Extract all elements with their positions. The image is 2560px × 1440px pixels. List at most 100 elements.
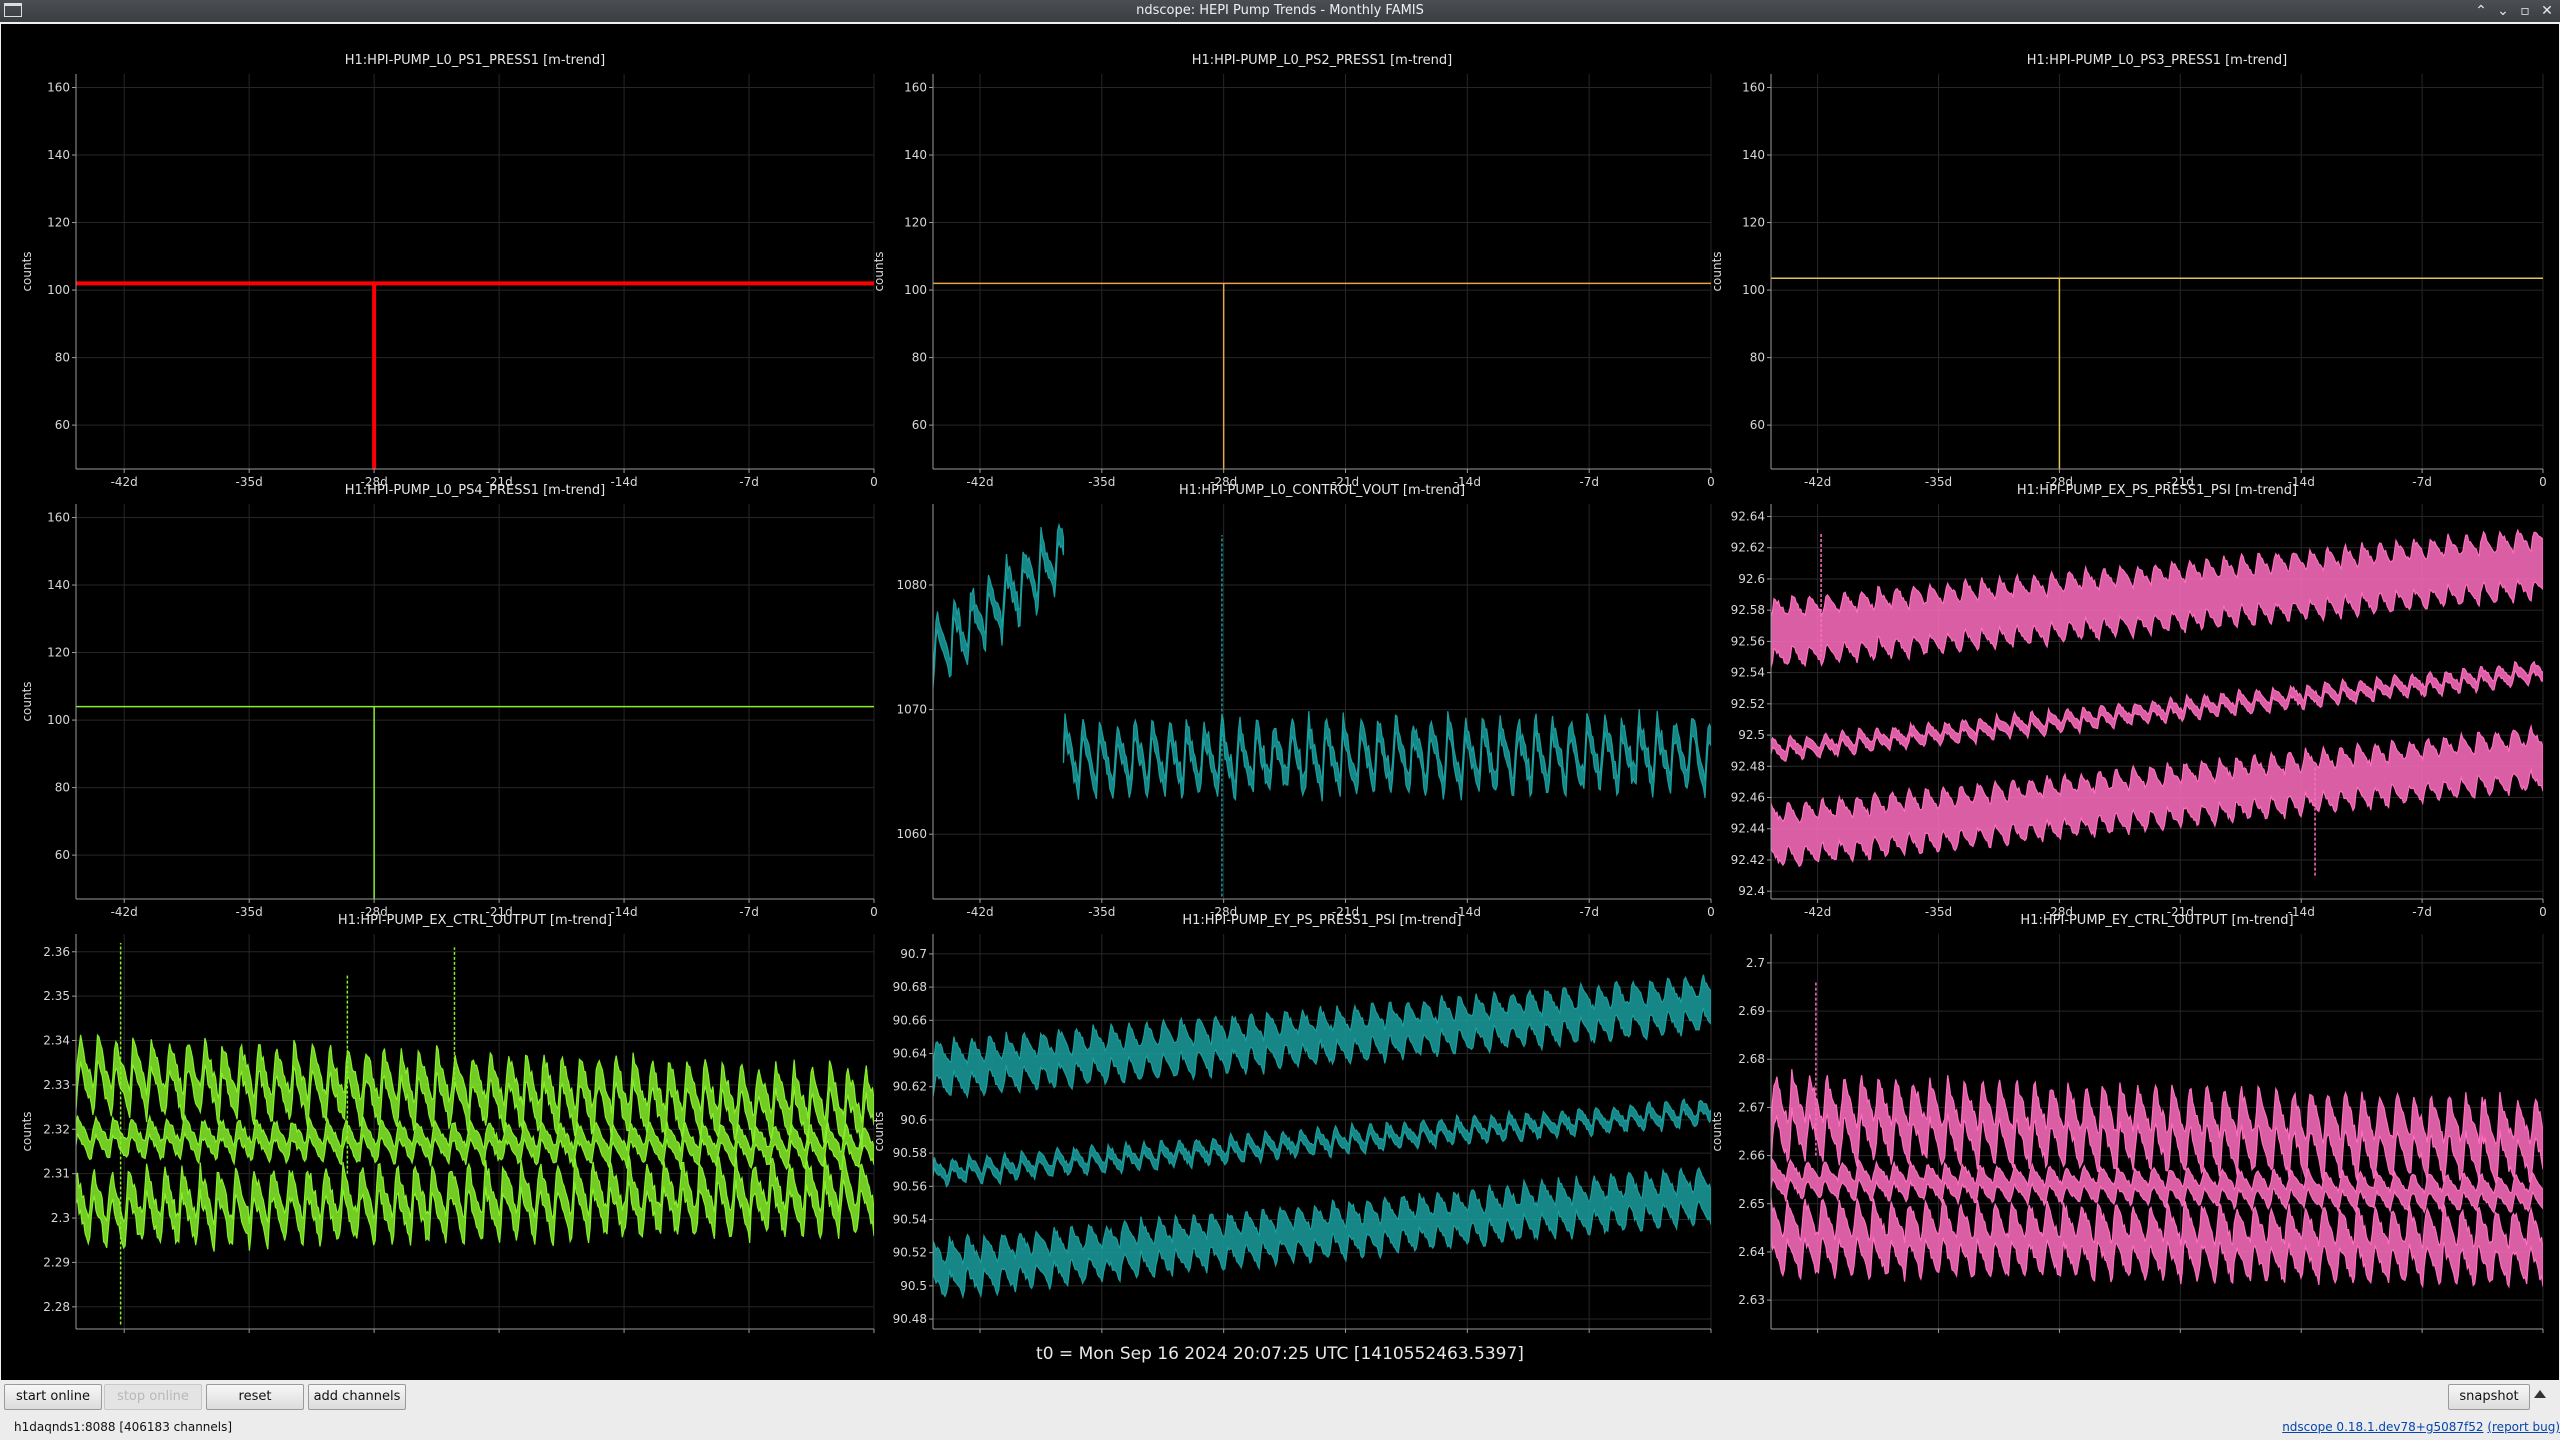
series-band <box>1771 1069 2543 1184</box>
x-tick-label: -7d <box>2412 905 2432 919</box>
plot-title: H1:HPI-PUMP_L0_PS2_PRESS1 [m-trend] <box>1192 53 1453 68</box>
y-tick-label: 90.48 <box>893 1312 927 1326</box>
x-tick-label: -7d <box>739 905 759 919</box>
series-band <box>1062 709 1711 802</box>
plot-data <box>1771 277 2543 469</box>
plot-data <box>933 522 1711 897</box>
y-axis-label: counts <box>20 681 34 721</box>
plot-title: H1:HPI-PUMP_EY_PS_PRESS1_PSI [m-trend] <box>1182 913 1461 928</box>
plot-title: H1:HPI-PUMP_EY_CTRL_OUTPUT [m-trend] <box>2020 913 2293 928</box>
start-online-button[interactable]: start online <box>4 1384 102 1410</box>
y-tick-label: 92.4 <box>1738 884 1765 898</box>
y-tick-label: 1060 <box>896 827 927 841</box>
y-tick-label: 2.63 <box>1738 1293 1765 1307</box>
y-tick-label: 92.6 <box>1738 572 1765 586</box>
y-tick-label: 92.62 <box>1731 541 1765 555</box>
plot-panel: H1:HPI-PUMP_EY_PS_PRESS1_PSI [m-trend] 90… <box>872 913 1712 1333</box>
x-tick-label: -42d <box>1804 475 1831 489</box>
y-axis-label: counts <box>20 1111 34 1151</box>
x-tick-label: -14d <box>610 905 637 919</box>
stop-online-button[interactable]: stop online <box>104 1384 202 1410</box>
y-tick-label: 92.5 <box>1738 728 1765 742</box>
plot-data <box>1771 528 2543 876</box>
y-tick-label: 120 <box>1742 216 1765 230</box>
collapse-up-icon[interactable] <box>2534 1390 2546 1398</box>
y-tick-label: 2.65 <box>1738 1197 1765 1211</box>
y-tick-label: 60 <box>912 418 927 432</box>
plot-data <box>76 942 874 1325</box>
y-tick-label: 1070 <box>896 703 927 717</box>
y-tick-label: 90.7 <box>900 947 927 961</box>
close-icon[interactable]: ✕ <box>2538 2 2556 20</box>
plot-data <box>76 705 874 899</box>
y-tick-label: 2.32 <box>43 1122 70 1136</box>
server-status: h1daqnds1:8088 [406183 channels] <box>14 1420 233 1434</box>
x-tick-label: -7d <box>739 475 759 489</box>
y-tick-label: 160 <box>47 511 70 525</box>
y-tick-label: 100 <box>1742 283 1765 297</box>
y-axis-label: counts <box>1710 251 1724 291</box>
y-tick-label: 140 <box>1742 148 1765 162</box>
y-tick-label: 140 <box>47 578 70 592</box>
y-tick-label: 60 <box>55 848 70 862</box>
y-tick-label: 160 <box>47 81 70 95</box>
keep-above-icon[interactable]: ⌃ <box>2472 2 2490 20</box>
plot-panel: H1:HPI-PUMP_L0_PS4_PRESS1 [m-trend] 60 80 1… <box>20 483 878 919</box>
x-tick-label: -35d <box>236 475 263 489</box>
y-tick-label: 2.69 <box>1738 1004 1765 1018</box>
report-bug-link[interactable]: (report bug) <box>2487 1420 2560 1434</box>
y-tick-label: 120 <box>904 216 927 230</box>
plot-data <box>933 974 1711 1300</box>
y-tick-label: 92.42 <box>1731 853 1765 867</box>
y-tick-label: 80 <box>912 351 927 365</box>
y-tick-label: 92.48 <box>1731 759 1765 773</box>
y-tick-label: 90.66 <box>893 1013 927 1027</box>
y-axis-label: counts <box>872 1111 886 1151</box>
y-tick-label: 80 <box>55 781 70 795</box>
y-tick-label: 92.64 <box>1731 509 1765 523</box>
y-tick-label: 2.36 <box>43 945 70 959</box>
y-tick-label: 2.7 <box>1746 956 1765 970</box>
y-tick-label: 92.58 <box>1731 603 1765 617</box>
y-tick-label: 2.28 <box>43 1300 70 1314</box>
plot-title: H1:HPI-PUMP_L0_CONTROL_VOUT [m-trend] <box>1179 483 1465 498</box>
y-tick-label: 100 <box>47 283 70 297</box>
y-tick-label: 92.56 <box>1731 634 1765 648</box>
reset-button[interactable]: reset <box>206 1384 304 1410</box>
status-bar: h1daqnds1:8088 [406183 channels] ndscope… <box>0 1414 2560 1440</box>
y-tick-label: 92.46 <box>1731 791 1765 805</box>
plot-data <box>1771 982 2543 1289</box>
x-tick-label: 0 <box>1707 905 1715 919</box>
y-tick-label: 90.68 <box>893 980 927 994</box>
minimize-icon[interactable]: ⌄ <box>2494 2 2512 20</box>
series-band <box>933 522 1065 688</box>
x-tick-label: -42d <box>1804 905 1831 919</box>
y-tick-label: 2.64 <box>1738 1245 1765 1259</box>
y-tick-label: 92.54 <box>1731 666 1765 680</box>
snapshot-button[interactable]: snapshot <box>2448 1384 2530 1410</box>
x-tick-label: -7d <box>1579 905 1599 919</box>
y-tick-label: 90.5 <box>900 1279 927 1293</box>
x-tick-label: 0 <box>870 475 878 489</box>
y-axis-label: counts <box>20 251 34 291</box>
add-channels-button[interactable]: add channels <box>308 1384 406 1410</box>
y-tick-label: 2.33 <box>43 1078 70 1092</box>
y-tick-label: 140 <box>47 148 70 162</box>
plot-data <box>933 282 1711 469</box>
y-tick-label: 160 <box>904 81 927 95</box>
maximize-icon[interactable]: ▫ <box>2516 2 2534 20</box>
y-tick-label: 2.29 <box>43 1255 70 1269</box>
y-axis-label: counts <box>872 251 886 291</box>
y-tick-label: 90.62 <box>893 1080 927 1094</box>
plot-title: H1:HPI-PUMP_L0_PS4_PRESS1 [m-trend] <box>345 483 606 498</box>
y-tick-label: 90.52 <box>893 1246 927 1260</box>
x-tick-label: -35d <box>1925 475 1952 489</box>
x-tick-label: -35d <box>236 905 263 919</box>
series-band <box>933 1097 1711 1188</box>
version-link[interactable]: ndscope 0.18.1.dev78+g5087f52 <box>2282 1420 2483 1434</box>
series-band <box>76 1152 874 1252</box>
y-tick-label: 2.67 <box>1738 1100 1765 1114</box>
x-tick-label: 0 <box>1707 475 1715 489</box>
plot-grid: H1:HPI-PUMP_L0_PS1_PRESS1 [m-trend] 60 80 1… <box>20 53 2547 1333</box>
y-tick-label: 2.66 <box>1738 1149 1765 1163</box>
